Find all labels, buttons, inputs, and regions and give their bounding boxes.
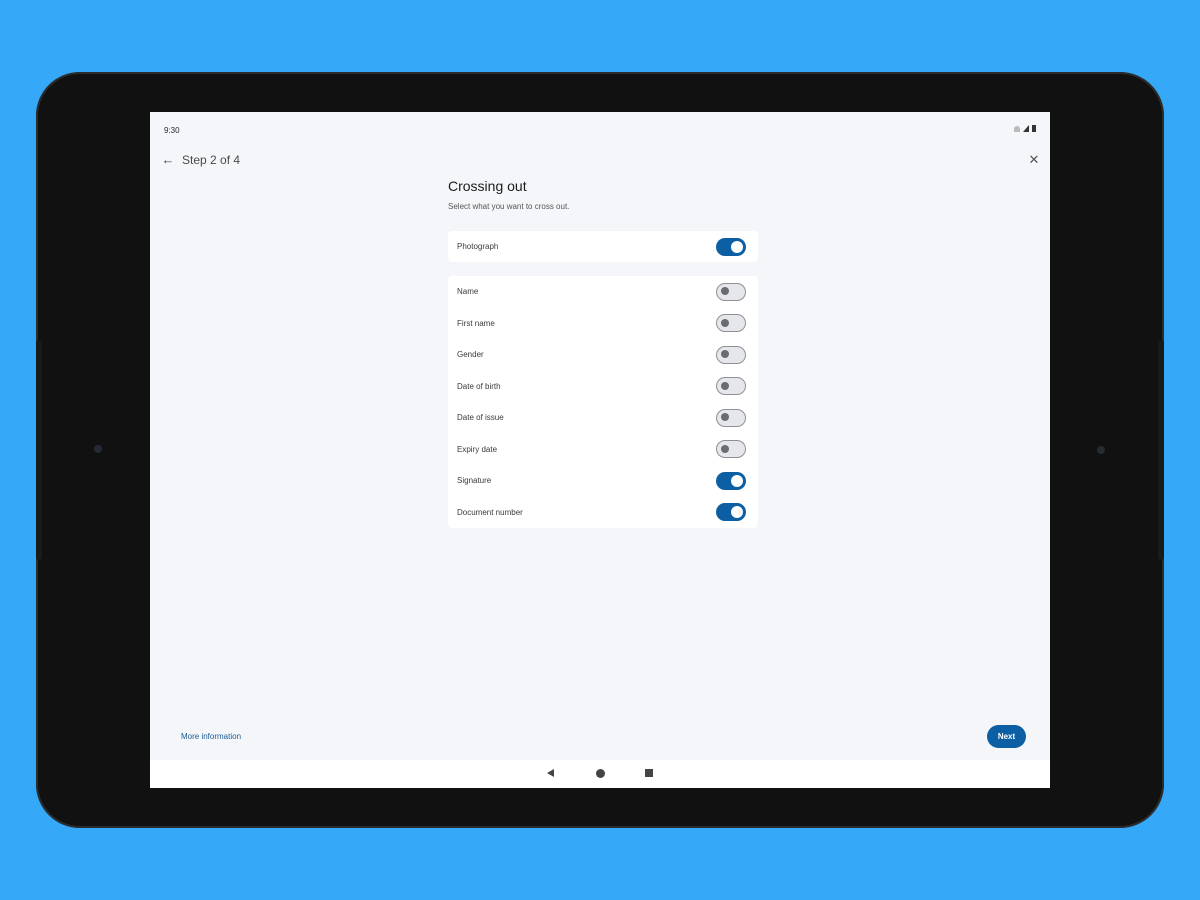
more-information-link[interactable]: More information [181,732,241,741]
option-row-first-name[interactable]: First name [457,308,746,340]
option-label: Gender [457,350,484,360]
toggle-knob [721,381,729,390]
option-row-document-number[interactable]: Document number [457,497,746,529]
toggle-knob [721,413,729,422]
date-of-issue-toggle[interactable] [716,408,746,427]
nav-back-icon[interactable] [547,769,554,777]
name-toggle[interactable] [716,282,746,301]
option-label: Date of issue [457,413,504,423]
toggle-knob [721,444,729,453]
option-label: First name [457,318,495,328]
document-number-toggle[interactable] [716,503,746,522]
first-name-toggle[interactable] [716,314,746,333]
tablet-side-edge-right [1158,340,1164,560]
nav-home-icon[interactable] [596,769,605,778]
wifi-icon [1014,126,1020,132]
option-label: Signature [457,476,492,486]
expiry-date-toggle[interactable] [716,440,746,459]
option-row-gender[interactable]: Gender [457,339,746,371]
toggle-knob [731,474,743,487]
tablet-side-edge-left [36,340,42,560]
status-icons [1014,125,1036,132]
option-row-photograph[interactable]: Photograph [457,231,746,263]
close-icon[interactable]: ✕ [1026,152,1042,168]
page-title: Crossing out [448,178,527,194]
toggle-knob [731,506,743,519]
option-row-date-of-birth[interactable]: Date of birth [457,371,746,403]
device-screen: 9:30 ← Step 2 of 4 ✕ Crossing out Select… [150,112,1050,788]
step-indicator: Step 2 of 4 [182,153,241,167]
crossing-out-content: Crossing out Select what you want to cro… [448,178,758,542]
toggle-knob [721,287,729,296]
date-of-birth-toggle[interactable] [716,377,746,396]
photograph-toggle[interactable] [716,237,746,256]
option-row-signature[interactable]: Signature [457,465,746,497]
photo-option-card: Photograph [448,231,758,262]
top-app-bar: ← Step 2 of 4 ✕ [150,148,1050,172]
signature-toggle[interactable] [716,471,746,490]
status-bar: 9:30 [150,112,1050,148]
system-navigation-bar [150,760,1050,788]
option-row-date-of-issue[interactable]: Date of issue [457,402,746,434]
toggle-knob [721,318,729,327]
option-label: Expiry date [457,444,498,454]
field-options-card: Name First name Gender Date of birth Dat… [448,276,758,528]
page-subtitle: Select what you want to cross out. [448,202,570,211]
option-label: Name [457,287,479,297]
light-sensor-icon [1097,446,1105,454]
status-time: 9:30 [164,126,180,135]
toggle-knob [721,350,729,359]
option-label: Document number [457,507,523,517]
battery-icon [1032,125,1036,132]
option-row-expiry-date[interactable]: Expiry date [457,434,746,466]
signal-icon [1023,125,1029,132]
option-row-name[interactable]: Name [457,276,746,308]
arrow-left-icon[interactable]: ← [160,152,176,168]
option-label: Date of birth [457,381,501,391]
option-label: Photograph [457,242,499,252]
next-button[interactable]: Next [987,725,1026,748]
camera-sensor-icon [94,445,102,453]
gender-toggle[interactable] [716,345,746,364]
nav-recents-icon[interactable] [645,769,653,777]
toggle-knob [731,240,743,253]
